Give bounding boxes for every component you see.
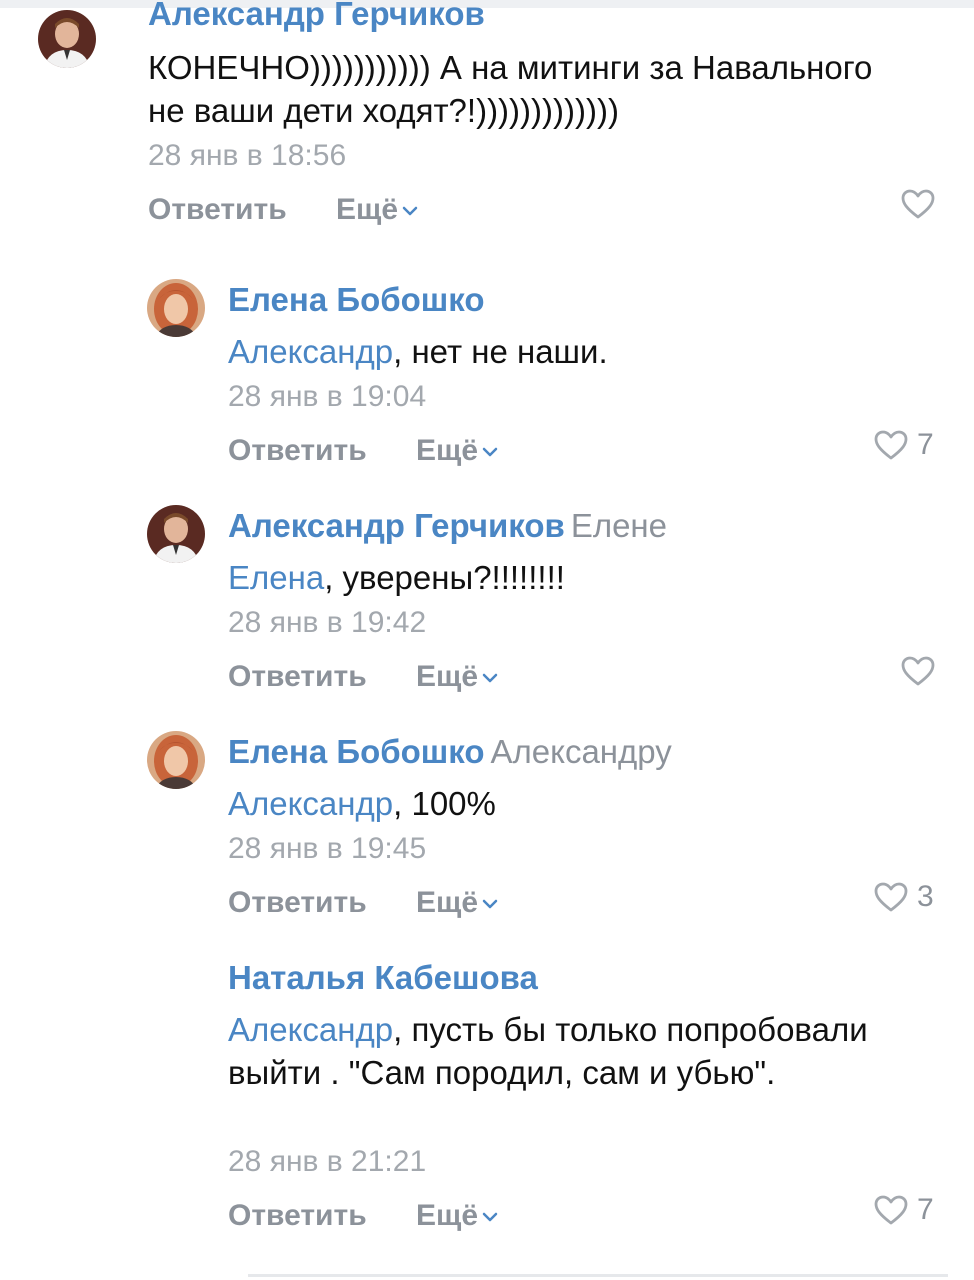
comment-author[interactable]: Александр Герчиков Елене (228, 506, 667, 546)
more-label: Ещё (416, 1199, 479, 1232)
reply-button[interactable]: Ответить (148, 190, 287, 230)
chevron-down-icon (482, 899, 498, 909)
like-count: 3 (917, 880, 934, 913)
like-count: 7 (917, 1193, 934, 1226)
comment-author[interactable]: Елена Бобошко (228, 280, 485, 320)
avatar-elena[interactable] (147, 731, 205, 789)
heart-outline-icon (874, 882, 908, 912)
comment-date: 28 янв в 19:04 (228, 380, 427, 413)
more-label: Ещё (416, 660, 479, 693)
comment-date: 28 янв в 19:42 (228, 606, 427, 639)
comment-text: Александр, 100% (228, 785, 496, 822)
reply-button[interactable]: Ответить (228, 431, 367, 471)
more-label: Ещё (416, 434, 479, 467)
more-button[interactable]: Ещё (416, 883, 498, 923)
reply-button[interactable]: Ответить (228, 657, 367, 697)
like-button[interactable]: 7 (873, 425, 934, 465)
top-divider (0, 0, 974, 8)
heart-outline-icon (874, 430, 908, 460)
avatar-aleksandr[interactable] (38, 10, 96, 68)
mention-link[interactable]: Елена (228, 559, 324, 596)
more-button[interactable]: Ещё (336, 190, 418, 230)
chevron-down-icon (402, 206, 418, 216)
chevron-down-icon (482, 447, 498, 457)
comment-text: Елена, уверены?!!!!!!!! (228, 559, 565, 596)
like-button[interactable]: 3 (873, 877, 934, 917)
mention-link[interactable]: Александр (228, 785, 393, 822)
more-button[interactable]: Ещё (416, 431, 498, 471)
more-button[interactable]: Ещё (416, 1196, 498, 1236)
comment-actions: Ответить Ещё (148, 189, 938, 230)
reply-to-label[interactable]: Елене (571, 507, 667, 544)
mention-link[interactable]: Александр (228, 1011, 393, 1048)
more-button[interactable]: Ещё (416, 657, 498, 697)
comment-author[interactable]: Елена Бобошко Александру (228, 732, 672, 772)
comment-actions: Ответить Ещё 3 (228, 880, 938, 923)
reply-button[interactable]: Ответить (228, 1196, 367, 1236)
comment-actions: Ответить Ещё 7 (228, 1193, 938, 1236)
reply-button[interactable]: Ответить (228, 883, 367, 923)
more-label: Ещё (336, 193, 399, 226)
reply-to-label[interactable]: Александру (491, 733, 672, 770)
like-count: 7 (917, 428, 934, 461)
chevron-down-icon (482, 1212, 498, 1222)
heart-outline-icon (901, 189, 935, 219)
avatar-aleksandr[interactable] (147, 505, 205, 563)
mention-link[interactable]: Александр (228, 333, 393, 370)
comment-author[interactable]: Александр Герчиков (148, 0, 485, 34)
comment-text: Александр, нет не наши. (228, 333, 608, 370)
avatar-elena[interactable] (147, 279, 205, 337)
comment-actions: Ответить Ещё 7 (228, 428, 938, 471)
comment-text: КОНЕЧНО))))))))))) А на митинги за Навал… (148, 49, 873, 129)
heart-outline-icon (874, 1195, 908, 1225)
comment-date: 28 янв в 19:45 (228, 832, 427, 865)
bottom-divider (248, 1274, 948, 1277)
like-button[interactable] (900, 651, 936, 691)
like-button[interactable]: 7 (873, 1190, 934, 1230)
comment-date: 28 янв в 18:56 (148, 139, 347, 172)
comment-author[interactable]: Наталья Кабешова (228, 958, 538, 998)
like-button[interactable] (900, 184, 936, 224)
chevron-down-icon (482, 673, 498, 683)
comment-date: 28 янв в 21:21 (228, 1145, 427, 1178)
comment-text: Александр, пусть бы только попробовали в… (228, 1011, 868, 1091)
comment-actions: Ответить Ещё (228, 656, 938, 697)
heart-outline-icon (901, 656, 935, 686)
more-label: Ещё (416, 886, 479, 919)
